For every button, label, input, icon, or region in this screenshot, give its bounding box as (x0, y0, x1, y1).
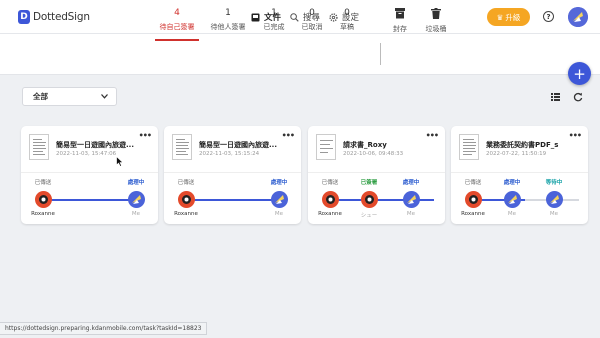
tab-waiting-for-me[interactable]: 4 待自己簽署 (152, 8, 202, 41)
signer-avatar (177, 191, 195, 208)
signer-stage: 等待中 Me (536, 178, 572, 217)
document-title: 簡易型一日遊國內旅遊... (56, 141, 134, 149)
signer-name: Roxanne (31, 211, 55, 217)
refresh-icon[interactable] (573, 92, 583, 102)
signer-name: Roxanne (174, 211, 198, 217)
tab-label: 待他人簽署 (210, 23, 246, 31)
filter-dropdown[interactable]: 全部 (22, 87, 117, 106)
trash-button[interactable]: 垃圾桶 (414, 8, 458, 34)
signer-name: Me (131, 211, 141, 217)
stage-status: 已傳送 (177, 180, 195, 186)
tab-label: 待自己簽署 (159, 23, 195, 31)
logo-text: DottedSign (33, 11, 90, 23)
document-card[interactable]: 簡易型一日遊國內旅遊... 2022-11-03, 15:15:24 ••• 已… (164, 126, 301, 224)
tab-count: 4 (174, 8, 180, 18)
status-bar (0, 34, 600, 75)
signer-avatar (127, 191, 145, 208)
signer-name: Roxanne (461, 211, 485, 217)
signer-avatar (464, 191, 482, 208)
signer-avatar (321, 191, 339, 208)
document-title: 請求書_Roxy (343, 141, 387, 149)
card-divider (308, 172, 445, 173)
document-date: 2022-11-03, 15:15:24 (199, 151, 260, 157)
stage-status: 等待中 (545, 180, 563, 186)
signer-name: Me (507, 211, 517, 217)
tab-label: 草稿 (340, 23, 354, 31)
tab-count: 1 (225, 8, 231, 18)
stage-status: 已傳送 (34, 180, 52, 186)
more-options-icon[interactable]: ••• (569, 131, 582, 140)
user-avatar[interactable] (568, 7, 588, 27)
document-card[interactable]: 簡易型一日遊國內旅遊... 2022-11-03, 15:47:06 ••• 已… (21, 126, 158, 224)
signer-avatar (545, 191, 563, 208)
chevron-down-icon (101, 94, 108, 99)
card-divider (451, 172, 588, 173)
filter-selected: 全部 (33, 92, 48, 101)
signer-name: Me (549, 211, 559, 217)
signer-name: Me (274, 211, 284, 217)
card-divider (21, 172, 158, 173)
document-date: 2022-10-06, 09:48:33 (343, 151, 404, 157)
more-options-icon[interactable]: ••• (426, 131, 439, 140)
help-icon[interactable]: ? (543, 11, 554, 22)
document-card[interactable]: 業務委託契約書PDF_s 2022-07-22, 11:50:19 ••• 已傳… (451, 126, 588, 224)
tab-waiting-for-others[interactable]: 1 待他人簽署 (203, 8, 253, 32)
stage-status: 處理中 (127, 180, 145, 186)
more-options-icon[interactable]: ••• (139, 131, 152, 140)
tab-count: 0 (344, 8, 350, 18)
signer-avatar (360, 191, 378, 208)
logo-mark-icon: D (18, 10, 30, 24)
signer-stage: 已傳送 Roxanne (312, 178, 348, 217)
upgrade-button[interactable]: ♛ 升級 (487, 8, 530, 26)
document-thumbnail (29, 134, 49, 160)
signer-stage: 已傳送 Roxanne (25, 178, 61, 217)
status-divider (380, 43, 381, 65)
document-date: 2022-11-03, 15:47:06 (56, 151, 117, 157)
signer-avatar (402, 191, 420, 208)
document-date: 2022-07-22, 11:50:19 (486, 151, 547, 157)
signer-stage: 處理中 Me (118, 178, 154, 217)
avatar-graphic-icon (568, 7, 588, 27)
document-title: 簡易型一日遊國內旅遊... (199, 141, 277, 149)
document-title: 業務委託契約書PDF_s (486, 141, 559, 149)
stage-status: 處理中 (402, 180, 420, 186)
archive-icon (395, 8, 405, 19)
document-thumbnail (172, 134, 192, 160)
signer-name: シュー (360, 213, 378, 219)
signer-avatar (34, 191, 52, 208)
signer-stage: 已傳送 Roxanne (455, 178, 491, 217)
link-status-url: https://dottedsign.preparing.kdanmobile.… (0, 322, 208, 335)
more-options-icon[interactable]: ••• (282, 131, 295, 140)
document-card[interactable]: 請求書_Roxy 2022-10-06, 09:48:33 ••• 已傳送 Ro… (308, 126, 445, 224)
trash-label: 垃圾桶 (425, 25, 447, 33)
signer-stage: 已簽署 シュー (351, 178, 387, 219)
add-document-button[interactable]: + (568, 62, 591, 85)
card-divider (164, 172, 301, 173)
stage-status: 已傳送 (464, 180, 482, 186)
stage-status: 已傳送 (321, 180, 339, 186)
stage-status: 處理中 (503, 180, 521, 186)
stage-status: 已簽署 (360, 180, 378, 186)
signer-name: Me (406, 211, 416, 217)
signer-stage: 處理中 Me (494, 178, 530, 217)
upgrade-label: 升級 (505, 12, 521, 22)
mouse-cursor-icon (116, 156, 124, 167)
signer-avatar (503, 191, 521, 208)
signer-stage: 已傳送 Roxanne (168, 178, 204, 217)
stage-status: 處理中 (270, 180, 288, 186)
signer-avatar (270, 191, 288, 208)
logo[interactable]: D DottedSign (18, 10, 90, 24)
signer-stage: 處理中 Me (393, 178, 429, 217)
tab-drafts[interactable]: 0 草稿 (322, 8, 372, 32)
signer-name: Roxanne (318, 211, 342, 217)
trash-icon (431, 8, 441, 19)
document-thumbnail (459, 134, 479, 160)
document-thumbnail (316, 134, 336, 160)
list-view-icon[interactable] (551, 93, 560, 101)
crown-icon: ♛ (496, 12, 504, 22)
signer-stage: 處理中 Me (261, 178, 297, 217)
